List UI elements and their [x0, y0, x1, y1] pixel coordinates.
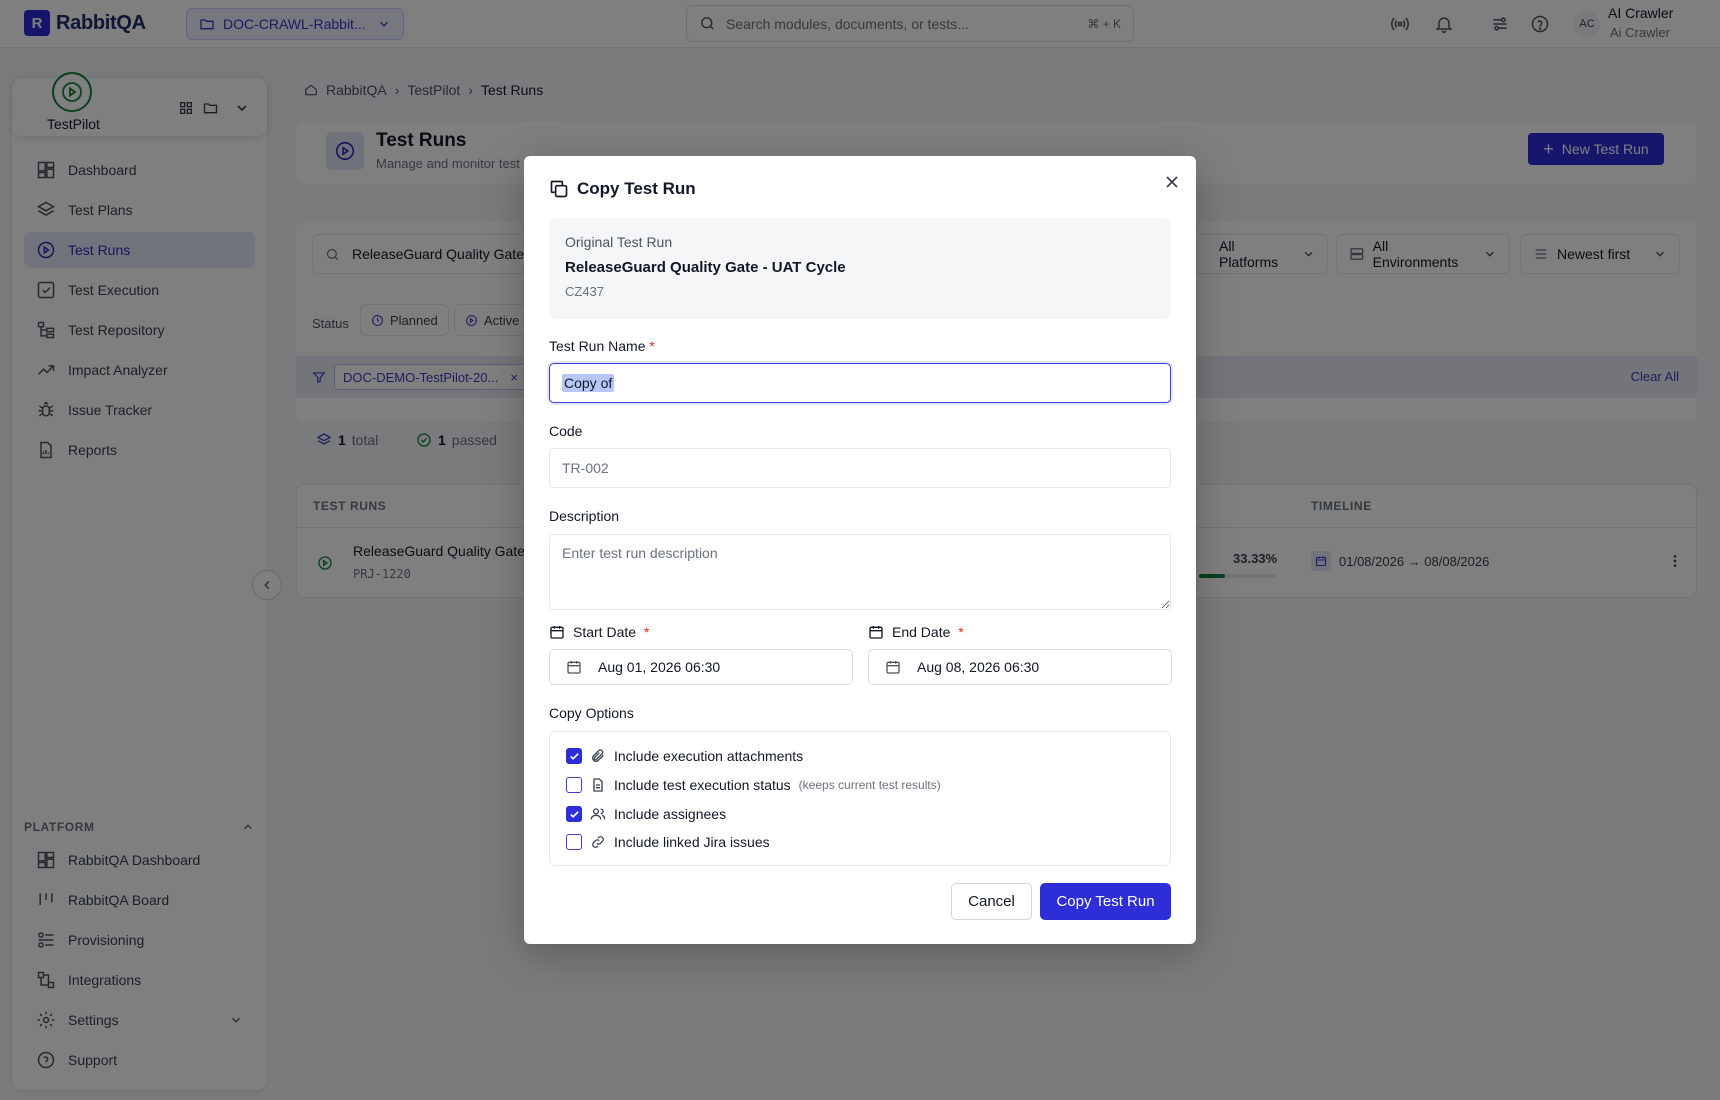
close-icon[interactable]: [1162, 172, 1182, 192]
required-marker: *: [649, 338, 655, 354]
option-attachments[interactable]: Include execution attachments: [566, 748, 803, 764]
start-date-label: Start Date *: [549, 624, 649, 640]
copy-test-run-dialog: Copy Test Run Original Test Run ReleaseG…: [524, 156, 1196, 944]
dialog-title: Copy Test Run: [549, 179, 696, 199]
dialog-title-text: Copy Test Run: [577, 179, 696, 198]
document-icon: [593, 778, 603, 792]
copy-options-box: Include execution attachments Include te…: [549, 731, 1171, 866]
checkbox[interactable]: [566, 806, 582, 822]
test-run-name-value: Copy of: [562, 374, 615, 392]
copy-test-run-button[interactable]: Copy Test Run: [1040, 883, 1171, 920]
copy-icon: [550, 180, 568, 198]
checkbox[interactable]: [566, 777, 582, 793]
calendar-icon: [886, 661, 900, 674]
start-date-value: Aug 01, 2026 06:30: [598, 659, 721, 675]
link-icon: [592, 836, 604, 848]
end-date-value: Aug 08, 2026 06:30: [917, 659, 1040, 675]
test-run-name-label-text: Test Run Name: [549, 338, 646, 354]
start-date-label-text: Start Date: [573, 624, 637, 640]
description-label: Description: [549, 508, 620, 524]
paperclip-icon: [592, 749, 604, 762]
test-run-name-label: Test Run Name *: [549, 338, 655, 354]
option-assignees[interactable]: Include assignees: [566, 806, 726, 822]
original-label: Original Test Run: [565, 234, 673, 250]
test-run-name-input[interactable]: Copy of: [549, 363, 1171, 403]
option-jira-issues[interactable]: Include linked Jira issues: [566, 834, 770, 850]
checkbox[interactable]: [566, 748, 582, 764]
required-marker: *: [644, 624, 650, 640]
description-input[interactable]: [549, 534, 1171, 610]
cancel-button[interactable]: Cancel: [951, 883, 1032, 920]
option-label: Include execution attachments: [614, 748, 804, 764]
original-code: CZ437: [565, 284, 605, 299]
calendar-icon: [550, 626, 564, 639]
calendar-icon: [869, 626, 883, 639]
required-marker: *: [958, 624, 964, 640]
users-icon: [590, 808, 606, 820]
option-hint: (keeps current test results): [798, 778, 941, 792]
option-label: Include test execution status: [614, 777, 791, 793]
option-label: Include linked Jira issues: [614, 834, 770, 850]
copy-options-label: Copy Options: [549, 705, 634, 721]
end-date-label: End Date *: [868, 624, 964, 640]
end-date-label-text: End Date: [892, 624, 951, 640]
original-test-run-box: Original Test Run ReleaseGuard Quality G…: [549, 218, 1171, 319]
option-execution-status[interactable]: Include test execution status (keeps cur…: [566, 777, 941, 793]
calendar-icon: [567, 661, 581, 674]
code-label: Code: [549, 423, 583, 439]
option-label: Include assignees: [614, 806, 727, 822]
code-input[interactable]: [549, 448, 1171, 488]
checkbox[interactable]: [566, 834, 582, 850]
end-date-input[interactable]: Aug 08, 2026 06:30: [868, 649, 1172, 685]
start-date-input[interactable]: Aug 01, 2026 06:30: [549, 649, 853, 685]
original-name: ReleaseGuard Quality Gate - UAT Cycle: [565, 259, 846, 276]
